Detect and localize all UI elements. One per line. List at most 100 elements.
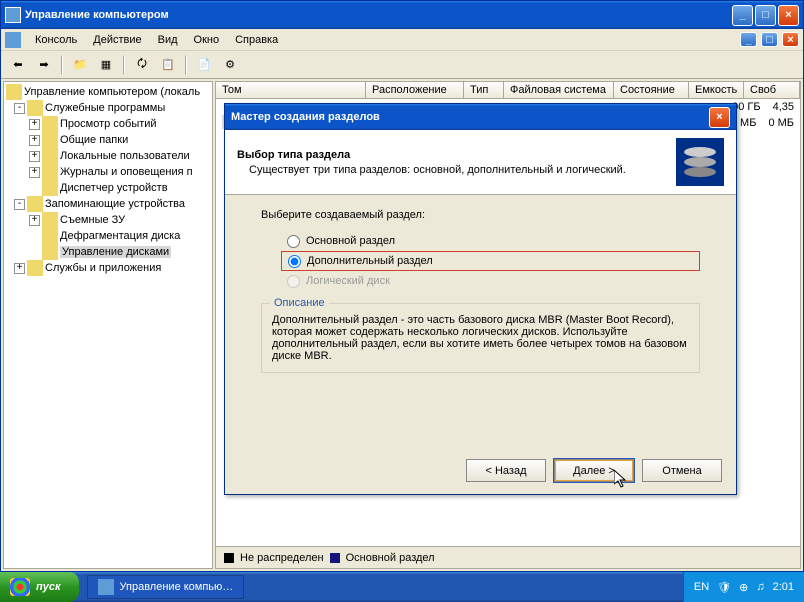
- next-button[interactable]: Далее >: [554, 459, 634, 482]
- legend-unalloc: Не распределен: [240, 552, 324, 564]
- folder-icon: [42, 132, 58, 148]
- description-group: Описание Дополнительный раздел - это час…: [261, 303, 700, 373]
- collapse-icon[interactable]: -: [14, 103, 25, 114]
- menu-console[interactable]: Консоль: [27, 32, 85, 48]
- dialog-subheading: Существует три типа разделов: основной, …: [237, 164, 676, 176]
- expand-icon[interactable]: +: [29, 151, 40, 162]
- separator: [185, 55, 187, 75]
- tree-diskmgr[interactable]: Управление дисками: [60, 246, 171, 258]
- col-location[interactable]: Расположение: [366, 82, 464, 98]
- tree-removable[interactable]: Съемные ЗУ: [60, 214, 125, 226]
- removable-icon: [42, 212, 58, 228]
- window-title: Управление компьютером: [25, 9, 169, 21]
- partition-wizard-dialog: Мастер создания разделов × Выбор типа ра…: [224, 103, 737, 495]
- services-icon: [27, 260, 43, 276]
- radio-extended[interactable]: Дополнительный раздел: [281, 251, 700, 271]
- start-button[interactable]: пуск: [0, 572, 79, 602]
- radio-logical: Логический диск: [281, 271, 700, 291]
- dialog-heading: Выбор типа раздела: [237, 149, 676, 161]
- dialog-close-button[interactable]: ×: [709, 107, 730, 128]
- diskmgr-icon: [42, 244, 58, 260]
- tools-icon: [27, 100, 43, 116]
- tree-defrag[interactable]: Дефрагментация диска: [60, 230, 180, 242]
- users-icon: [42, 148, 58, 164]
- col-capacity[interactable]: Емкость: [689, 82, 744, 98]
- mdi-close-button[interactable]: ×: [782, 32, 799, 47]
- tree-shared[interactable]: Общие папки: [60, 134, 128, 146]
- expand-icon[interactable]: +: [29, 167, 40, 178]
- defrag-icon: [42, 228, 58, 244]
- tree-logs[interactable]: Журналы и оповещения п: [60, 166, 193, 178]
- column-headers: Том Расположение Тип Файловая система Со…: [215, 81, 801, 99]
- tray-network-icon[interactable]: ⊕: [739, 581, 748, 594]
- dialog-titlebar[interactable]: Мастер создания разделов ×: [225, 104, 736, 130]
- legend: Не распределен Основной раздел: [215, 547, 801, 569]
- expand-icon[interactable]: +: [29, 119, 40, 130]
- group-title: Описание: [270, 297, 329, 309]
- expand-icon[interactable]: +: [14, 263, 25, 274]
- back-button[interactable]: < Назад: [466, 459, 546, 482]
- clock[interactable]: 2:01: [773, 581, 794, 593]
- col-volume[interactable]: Том: [216, 82, 366, 98]
- separator: [123, 55, 125, 75]
- tree-root[interactable]: Управление компьютером (локаль: [24, 86, 200, 98]
- dialog-body: Выберите создаваемый раздел: Основной ра…: [225, 195, 736, 387]
- menubar: Консоль Действие Вид Окно Справка _ □ ×: [1, 29, 803, 51]
- back-button[interactable]: ⬅: [7, 54, 29, 76]
- tree-users[interactable]: Локальные пользователи: [60, 150, 190, 162]
- props-button[interactable]: ▦: [95, 54, 117, 76]
- windows-logo-icon: [10, 578, 30, 596]
- legend-unalloc-swatch: [224, 553, 234, 563]
- device-icon: [42, 180, 58, 196]
- tray-shield-icon[interactable]: 🛡: [717, 581, 731, 594]
- cancel-button[interactable]: Отмена: [642, 459, 722, 482]
- tree-services[interactable]: Службы и приложения: [45, 262, 161, 274]
- computer-icon: [6, 84, 22, 100]
- help-button[interactable]: 📄: [193, 54, 215, 76]
- minimize-button[interactable]: _: [732, 5, 753, 26]
- tree-devmgr[interactable]: Диспетчер устройств: [60, 182, 168, 194]
- dialog-header: Выбор типа раздела Существует три типа р…: [225, 130, 736, 195]
- expand-icon[interactable]: +: [29, 135, 40, 146]
- cell-free: 4,35: [773, 101, 794, 113]
- up-button[interactable]: 📁: [69, 54, 91, 76]
- menu-help[interactable]: Справка: [227, 32, 286, 48]
- separator: [61, 55, 63, 75]
- tree-view[interactable]: Управление компьютером (локаль - Служебны…: [3, 81, 213, 569]
- export-button[interactable]: 📋: [157, 54, 179, 76]
- menu-view[interactable]: Вид: [150, 32, 186, 48]
- tree-util[interactable]: Служебные программы: [45, 102, 165, 114]
- console-icon: [5, 32, 21, 48]
- refresh-button[interactable]: 🗘: [131, 54, 153, 76]
- settings-button[interactable]: ⚙: [219, 54, 241, 76]
- col-state[interactable]: Состояние: [614, 82, 689, 98]
- mdi-restore-button[interactable]: □: [761, 32, 778, 47]
- taskbar: пуск Управление компью… EN 🛡 ⊕ ♫ 2:01: [0, 572, 804, 602]
- tray-volume-icon[interactable]: ♫: [756, 581, 764, 593]
- col-type[interactable]: Тип: [464, 82, 504, 98]
- taskbar-item[interactable]: Управление компью…: [87, 575, 245, 599]
- forward-button[interactable]: ➡: [33, 54, 55, 76]
- collapse-icon[interactable]: -: [14, 199, 25, 210]
- col-fs[interactable]: Файловая система: [504, 82, 614, 98]
- tree-events[interactable]: Просмотр событий: [60, 118, 157, 130]
- system-tray[interactable]: EN 🛡 ⊕ ♫ 2:01: [683, 572, 804, 602]
- close-button[interactable]: ×: [778, 5, 799, 26]
- lang-indicator[interactable]: EN: [694, 581, 709, 593]
- app-icon: [5, 7, 21, 23]
- perf-icon: [42, 164, 58, 180]
- maximize-button[interactable]: □: [755, 5, 776, 26]
- radio-primary[interactable]: Основной раздел: [281, 231, 700, 251]
- storage-icon: [27, 196, 43, 212]
- event-icon: [42, 116, 58, 132]
- menu-action[interactable]: Действие: [85, 32, 149, 48]
- col-free[interactable]: Своб: [744, 82, 800, 98]
- expand-icon[interactable]: +: [29, 215, 40, 226]
- mdi-minimize-button[interactable]: _: [740, 32, 757, 47]
- menu-window[interactable]: Окно: [186, 32, 228, 48]
- dialog-title: Мастер создания разделов: [231, 111, 380, 123]
- titlebar[interactable]: Управление компьютером _ □ ×: [1, 1, 803, 29]
- cell-free2: 0 МБ: [768, 117, 794, 129]
- tree-storage[interactable]: Запоминающие устройства: [45, 198, 185, 210]
- dialog-buttons: < Назад Далее > Отмена: [466, 459, 722, 482]
